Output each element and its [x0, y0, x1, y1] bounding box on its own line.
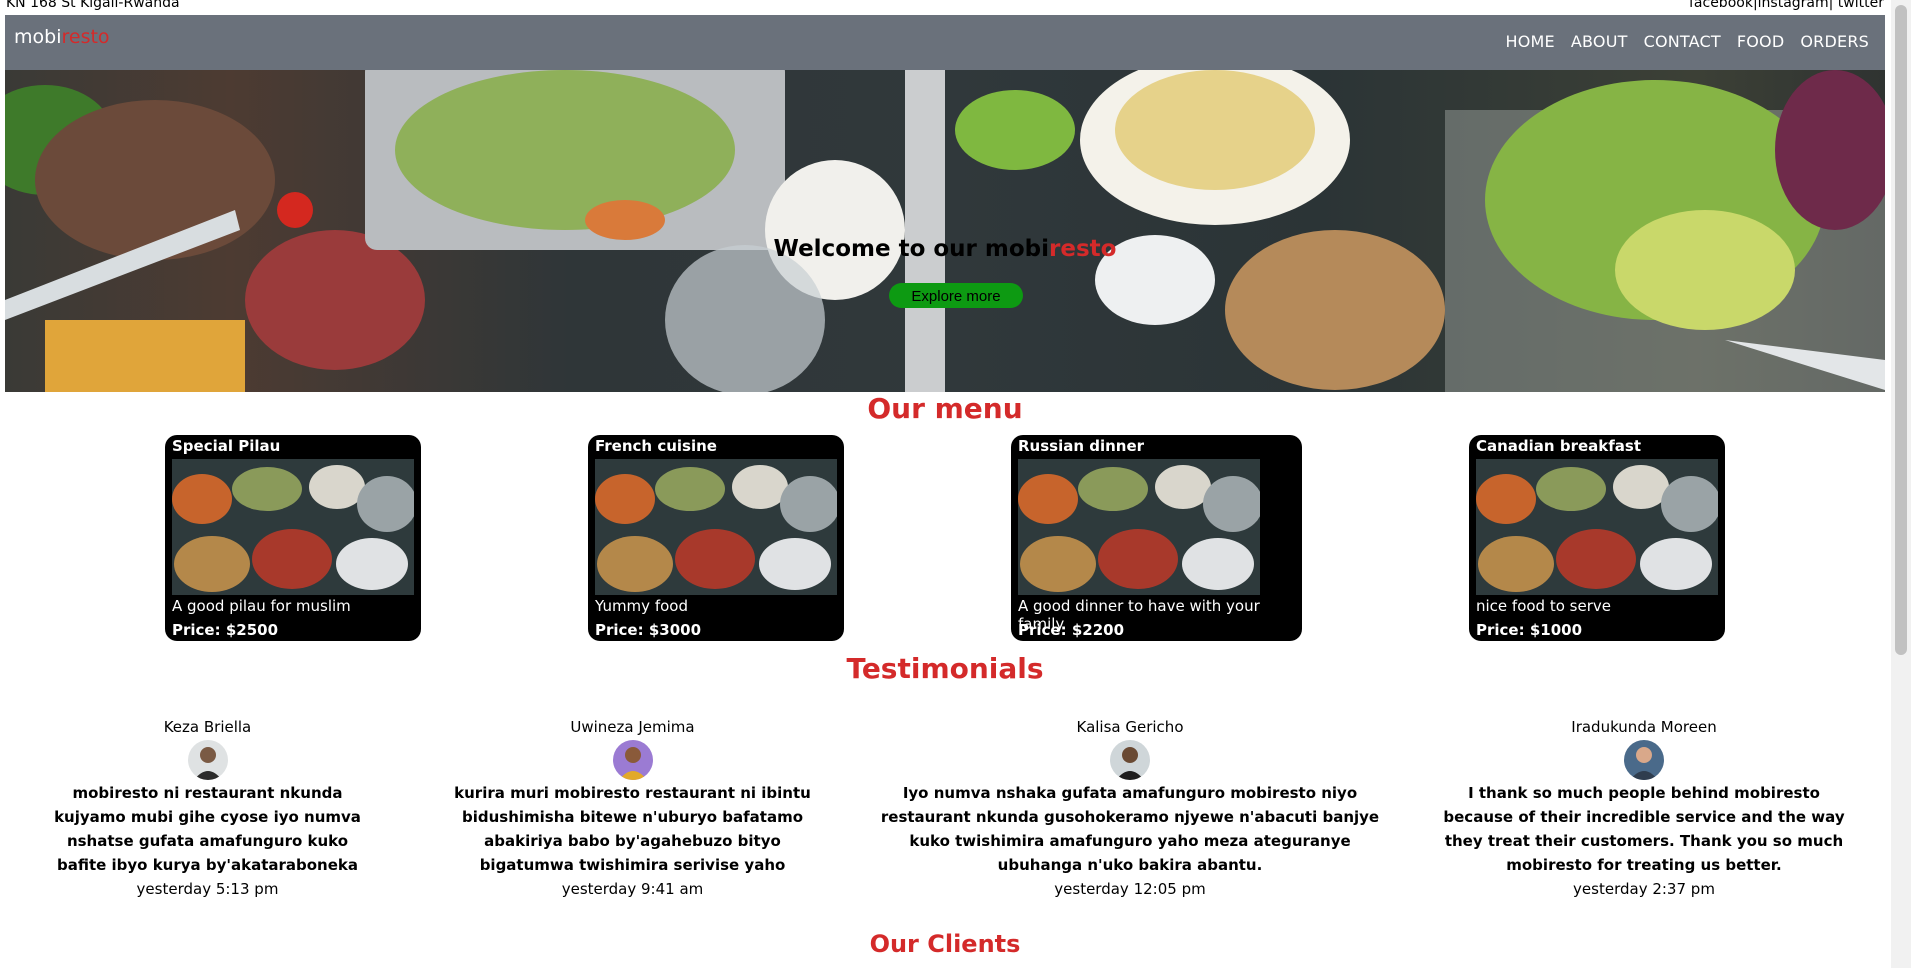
explore-more-button[interactable]: Explore more: [889, 283, 1023, 308]
testimonial-item: Kalisa Gericho Iyo numva nshaka gufata a…: [880, 718, 1380, 901]
avatar: [1624, 740, 1664, 780]
menu-card-image: [1476, 459, 1718, 595]
main-nav: HOME ABOUT CONTACT FOOD ORDERS: [1506, 32, 1869, 51]
hero-title-prefix: Welcome to our mobi: [773, 236, 1050, 262]
nav-about[interactable]: ABOUT: [1571, 32, 1628, 51]
nav-food[interactable]: FOOD: [1737, 32, 1785, 51]
hero-banner: Welcome to our mobiresto Explore more: [5, 70, 1885, 392]
scrollbar-thumb[interactable]: [1895, 5, 1907, 655]
testimonial-time: yesterday 12:05 pm: [1054, 880, 1206, 898]
menu-card-description: A good pilau for muslim: [172, 597, 351, 615]
hero-food-image: [5, 70, 1885, 392]
facebook-link[interactable]: facebook: [1689, 0, 1753, 11]
menu-card-name: Russian dinner: [1018, 437, 1145, 455]
nav-contact[interactable]: CONTACT: [1644, 32, 1721, 51]
testimonial-name: Keza Briella: [163, 718, 252, 736]
nav-orders[interactable]: ORDERS: [1800, 32, 1869, 51]
menu-card-price: Price: $1000: [1476, 621, 1583, 639]
avatar: [1110, 740, 1150, 780]
testimonials-section-title: Testimonials: [846, 652, 1044, 685]
menu-card-price: Price: $3000: [595, 621, 702, 639]
avatar: [187, 740, 228, 780]
menu-card-name: Canadian breakfast: [1476, 437, 1641, 455]
testimonial-quote: I thank so much people behind mobiresto …: [1443, 784, 1845, 874]
testimonial-name: Uwineza Jemima: [570, 718, 695, 736]
nav-home[interactable]: HOME: [1506, 32, 1555, 51]
testimonial-quote: Iyo numva nshaka gufata amafunguro mobir…: [880, 784, 1380, 874]
hero-title: Welcome to our mobiresto: [5, 236, 1885, 262]
avatar: [612, 740, 653, 780]
page-scrollbar[interactable]: [1891, 0, 1911, 968]
logo-prefix: mobi: [14, 26, 62, 48]
menu-section-title: Our menu: [867, 392, 1023, 425]
hero-title-suffix: resto: [1049, 236, 1117, 262]
navbar: mobiresto HOME ABOUT CONTACT FOOD ORDERS: [5, 15, 1885, 70]
instagram-link[interactable]: |instagram|: [1753, 0, 1833, 11]
menu-card-image: [595, 459, 837, 595]
testimonial-name: Kalisa Gericho: [1076, 718, 1184, 736]
menu-card-french-cuisine[interactable]: French cuisine Yummy food Price: $3000: [588, 435, 844, 641]
testimonial-time: yesterday 5:13 pm: [136, 880, 279, 898]
clients-section-title: Our Clients: [869, 930, 1021, 958]
top-info-bar: KN 168 St Kigali-Rwanda facebook|instagr…: [0, 0, 1890, 15]
testimonial-item: Uwineza Jemima kurira muri mobiresto res…: [440, 718, 825, 901]
testimonial-item: Keza Briella mobiresto ni restaurant nku…: [40, 718, 375, 901]
testimonial-name: Iradukunda Moreen: [1571, 718, 1717, 736]
testimonial-item: Iradukunda Moreen I thank so much people…: [1438, 718, 1850, 901]
menu-card-russian-dinner[interactable]: Russian dinner A good dinner to have wit…: [1011, 435, 1302, 641]
twitter-link[interactable]: twitter: [1833, 0, 1884, 11]
testimonial-time: yesterday 9:41 am: [561, 880, 704, 898]
menu-card-price: Price: $2200: [1018, 621, 1125, 639]
testimonial-quote: kurira muri mobiresto restaurant ni ibin…: [454, 784, 811, 874]
menu-card-special-pilau[interactable]: Special Pilau A good pilau for muslim Pr…: [165, 435, 421, 641]
menu-card-name: French cuisine: [595, 437, 717, 455]
menu-card-description: Yummy food: [595, 597, 688, 615]
menu-card-price: Price: $2500: [172, 621, 279, 639]
logo-suffix: resto: [61, 26, 110, 48]
menu-card-canadian-breakfast[interactable]: Canadian breakfast nice food to serve Pr…: [1469, 435, 1725, 641]
menu-card-image: [172, 459, 414, 595]
social-links: facebook|instagram| twitter: [1689, 0, 1884, 11]
menu-card-name: Special Pilau: [172, 437, 281, 455]
testimonial-quote: mobiresto ni restaurant nkunda kujyamo m…: [54, 784, 361, 874]
testimonial-time: yesterday 2:37 pm: [1573, 880, 1715, 898]
site-logo[interactable]: mobiresto: [14, 26, 110, 48]
menu-card-description: nice food to serve: [1476, 597, 1611, 615]
address-text: KN 168 St Kigali-Rwanda: [6, 0, 180, 11]
menu-card-image: [1018, 459, 1260, 595]
